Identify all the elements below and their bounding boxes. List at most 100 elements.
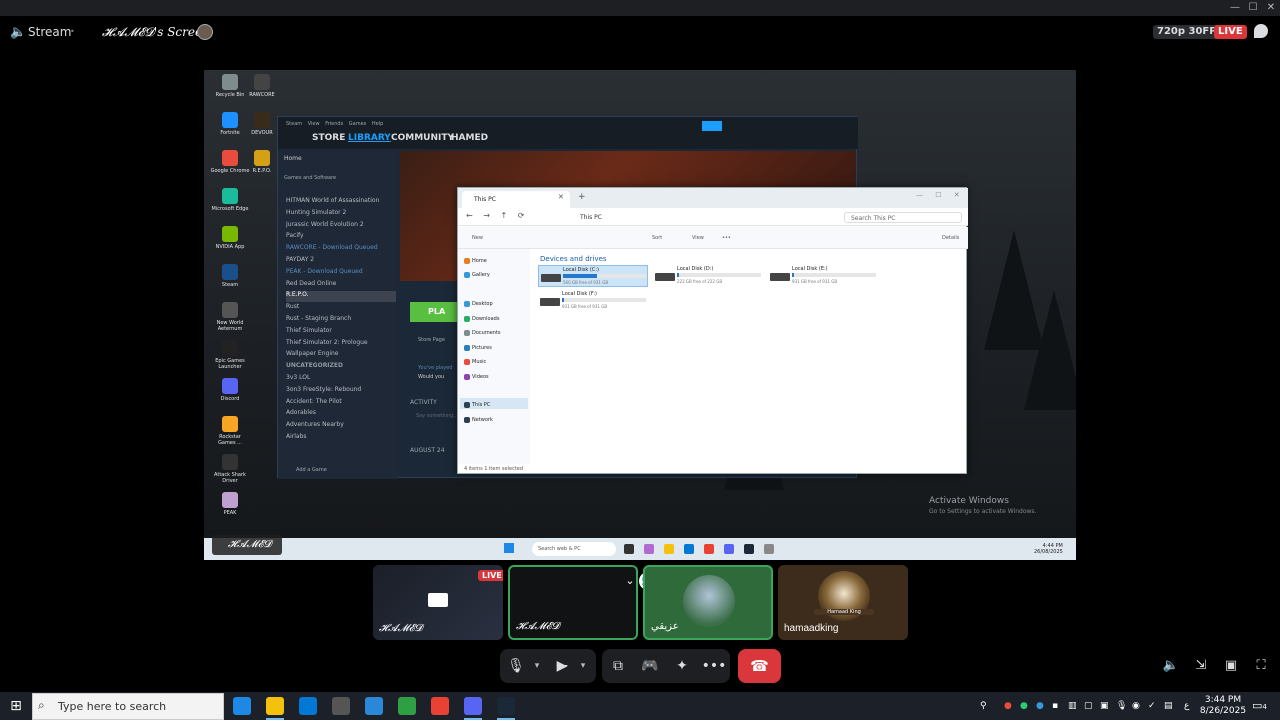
maximize-icon[interactable]: ☐ bbox=[1244, 0, 1262, 16]
game-list-item[interactable]: Adventures Nearby bbox=[286, 421, 396, 432]
game-list-item[interactable]: PAYDAY 2 bbox=[286, 256, 396, 267]
game-list-item[interactable]: Airlabs bbox=[286, 433, 396, 444]
desktop-app-icon[interactable] bbox=[222, 340, 238, 356]
drive-item[interactable]: Local Disk (E:) 931 GB free of 931 GB bbox=[768, 265, 878, 287]
nav-item-videos[interactable]: Videos bbox=[472, 374, 528, 380]
nav-item-documents[interactable]: Documents bbox=[472, 330, 528, 336]
store-page-link[interactable]: Store Page bbox=[418, 337, 445, 343]
steam-nav-community[interactable]: COMMUNITY bbox=[391, 133, 454, 143]
remote-start-icon[interactable] bbox=[504, 543, 514, 553]
desktop-app-icon[interactable] bbox=[222, 416, 238, 432]
steam-nav-profile[interactable]: HAMED bbox=[451, 133, 488, 143]
volume-icon[interactable]: 🔈 bbox=[1161, 656, 1181, 676]
desktop-app-icon[interactable] bbox=[222, 378, 238, 394]
game-list-item[interactable]: RAWCORE - Download Queued bbox=[286, 244, 396, 255]
nav-item-network[interactable]: Network bbox=[472, 417, 528, 423]
desktop-app-icon[interactable] bbox=[254, 112, 270, 128]
chevron-down-icon[interactable]: ▾ bbox=[530, 649, 544, 683]
mail-icon[interactable] bbox=[684, 544, 694, 554]
nav-item-pictures[interactable]: Pictures bbox=[472, 345, 528, 351]
microphone-icon[interactable]: 🎙 bbox=[500, 649, 532, 683]
tile-participant-3[interactable]: عزيقي bbox=[643, 565, 773, 640]
nav-arrows-icon[interactable]: ← → ↑ ⟳ bbox=[466, 211, 524, 220]
game-list-item[interactable]: PEAK - Download Queued bbox=[286, 268, 396, 279]
activity-icon[interactable]: 🎮 bbox=[634, 649, 666, 683]
tile-hamed[interactable]: 𝓗𝓐𝓜𝓔𝓓 bbox=[508, 565, 638, 640]
desktop-app-icon[interactable] bbox=[254, 150, 270, 166]
activity-input[interactable]: Say something... bbox=[416, 413, 458, 419]
notification-icon[interactable]: ▭4 bbox=[1252, 699, 1270, 713]
game-list-item[interactable]: Rust - Staging Branch bbox=[286, 315, 396, 326]
desktop-app-icon[interactable] bbox=[222, 112, 238, 128]
explorer-search[interactable]: Search This PC bbox=[844, 212, 962, 223]
more-button[interactable]: ••• bbox=[722, 235, 731, 241]
chrome-icon[interactable] bbox=[704, 544, 714, 554]
taskbar-clock[interactable]: 3:44 PM 8/26/2025 bbox=[1198, 695, 1248, 717]
add-game[interactable]: Add a Game bbox=[296, 467, 327, 473]
drive-item[interactable]: Local Disk (D:) 222 GB free of 222 GB bbox=[653, 265, 763, 287]
desktop-app-icon[interactable] bbox=[222, 454, 238, 470]
tray-app-icon[interactable]: ✓ bbox=[1148, 701, 1156, 711]
app-blue-icon[interactable] bbox=[365, 697, 383, 715]
task-app-icon[interactable] bbox=[624, 544, 634, 554]
play-button[interactable]: PLA bbox=[410, 302, 460, 322]
edge-icon[interactable] bbox=[233, 697, 251, 715]
details-button[interactable]: Details bbox=[942, 235, 959, 241]
camera-off-icon[interactable]: ▶ bbox=[546, 649, 578, 683]
view-button[interactable]: View bbox=[692, 235, 704, 241]
nav-item-gallery[interactable]: Gallery bbox=[472, 272, 528, 278]
discord-icon[interactable] bbox=[724, 544, 734, 554]
windows-start-icon[interactable]: ⊞ bbox=[0, 692, 32, 720]
nav-item-home[interactable]: Home bbox=[472, 258, 528, 264]
game-list-item[interactable]: Thief Simulator 2: Prologue bbox=[286, 339, 396, 350]
game-list-item[interactable]: 3on3 FreeStyle: Rebound bbox=[286, 386, 396, 397]
steam-menu[interactable]: Steam View Friends Games Help bbox=[286, 121, 383, 127]
desktop-app-icon[interactable] bbox=[222, 226, 238, 242]
tray-app-icon[interactable]: ● bbox=[1036, 701, 1044, 711]
network-icon[interactable]: ▥ bbox=[1068, 701, 1077, 711]
desktop-app-icon[interactable] bbox=[222, 302, 238, 318]
pop-out-icon[interactable]: ⇲ bbox=[1191, 656, 1211, 676]
microphone-icon[interactable]: 🎙 bbox=[1116, 701, 1127, 711]
explorer-icon[interactable] bbox=[266, 697, 284, 715]
game-list-item[interactable]: Wallpaper Engine bbox=[286, 350, 396, 361]
game-list-item[interactable]: HITMAN World of Assassination bbox=[286, 197, 396, 208]
chevron-down-icon[interactable]: ▾ bbox=[576, 649, 590, 683]
explorer-window-controls[interactable]: — ☐ ✕ bbox=[916, 191, 960, 199]
nav-item-desktop[interactable]: Desktop bbox=[472, 301, 528, 307]
desktop-app-icon[interactable] bbox=[222, 74, 238, 90]
tray-app-icon[interactable]: ▪ bbox=[1052, 701, 1058, 711]
mail-icon[interactable] bbox=[299, 697, 317, 715]
tray-app-icon[interactable]: ◉ bbox=[1132, 701, 1140, 711]
close-tab-icon[interactable]: ✕ bbox=[558, 193, 564, 201]
disconnect-button[interactable]: ☎ bbox=[738, 649, 781, 683]
steam-icon[interactable] bbox=[497, 697, 515, 715]
tray-app-icon[interactable]: ▣ bbox=[1100, 701, 1109, 711]
desktop-app-icon[interactable] bbox=[222, 492, 238, 508]
address-path[interactable]: This PC bbox=[570, 212, 820, 223]
game-list-item[interactable]: Adorables bbox=[286, 409, 396, 420]
game-list-item[interactable]: Pacify bbox=[286, 232, 396, 243]
desktop-app-icon[interactable] bbox=[222, 264, 238, 280]
discord-icon[interactable] bbox=[464, 697, 482, 715]
chrome-icon[interactable] bbox=[431, 697, 449, 715]
nav-item-music[interactable]: Music bbox=[472, 359, 528, 365]
task-app-icon[interactable] bbox=[764, 544, 774, 554]
game-list-item[interactable]: Rust bbox=[286, 303, 396, 314]
game-list-item[interactable]: R.E.P.O. bbox=[286, 291, 396, 303]
sort-button[interactable]: Sort bbox=[652, 235, 662, 241]
game-list-item[interactable]: Hunting Simulator 2 bbox=[286, 209, 396, 220]
app-green-icon[interactable] bbox=[398, 697, 416, 715]
more-icon[interactable]: ••• bbox=[698, 649, 730, 683]
game-list-item[interactable]: Thief Simulator bbox=[286, 327, 396, 338]
tray-app-icon[interactable]: ▤ bbox=[1164, 701, 1173, 711]
steam-home[interactable]: Home bbox=[284, 155, 302, 162]
desktop-app-icon[interactable] bbox=[222, 150, 238, 166]
new-tab-icon[interactable]: + bbox=[578, 192, 586, 202]
task-app-icon[interactable] bbox=[644, 544, 654, 554]
tray-app-icon[interactable]: ● bbox=[1020, 701, 1028, 711]
close-icon[interactable]: ✕ bbox=[1262, 0, 1280, 16]
game-list-item[interactable]: Jurassic World Evolution 2 bbox=[286, 221, 396, 232]
folder-icon[interactable] bbox=[664, 544, 674, 554]
people-icon[interactable]: ⚲ bbox=[980, 701, 987, 711]
